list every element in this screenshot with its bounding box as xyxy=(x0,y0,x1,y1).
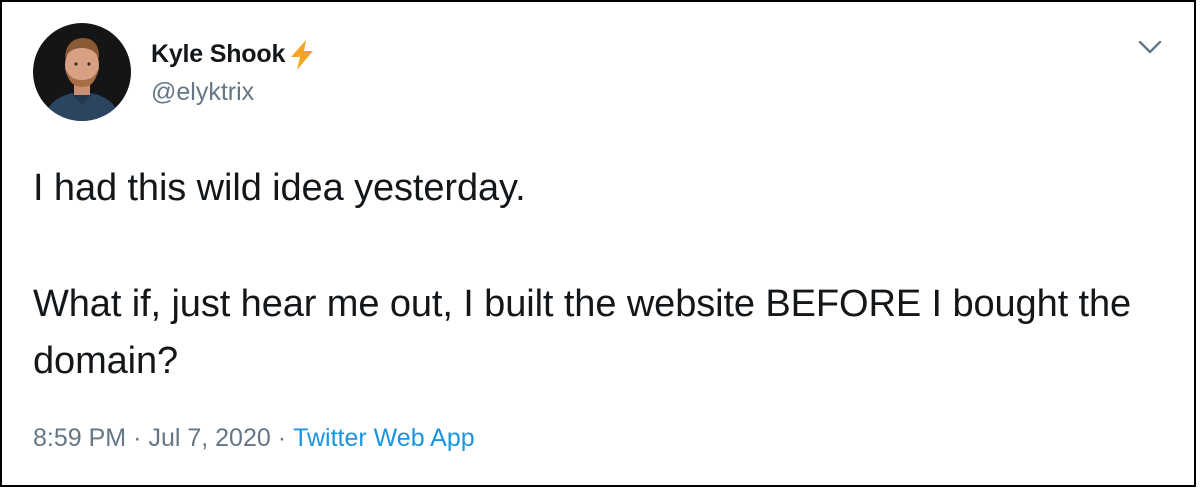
tweet-card: Kyle Shook @elyktrix I had this wild ide… xyxy=(0,0,1196,487)
tweet-source-link[interactable]: Twitter Web App xyxy=(293,424,475,452)
tweet-header: Kyle Shook @elyktrix xyxy=(33,23,317,121)
user-handle[interactable]: @elyktrix xyxy=(151,78,317,107)
meta-separator: · xyxy=(277,424,287,452)
tweet-date: Jul 7, 2020 xyxy=(148,424,271,452)
lightning-bolt-icon xyxy=(287,39,317,71)
tweet-paragraph: I had this wild idea yesterday. xyxy=(33,167,526,209)
avatar[interactable] xyxy=(33,23,131,121)
tweet-meta: 8:59 PM · Jul 7, 2020 · Twitter Web App xyxy=(33,424,475,453)
display-name-link[interactable]: Kyle Shook xyxy=(151,38,317,72)
tweet-text: I had this wild idea yesterday. What if,… xyxy=(33,160,1153,390)
author-block: Kyle Shook @elyktrix xyxy=(151,23,317,121)
tweet-timestamp[interactable]: 8:59 PM · Jul 7, 2020 xyxy=(33,424,271,452)
tweet-paragraph: What if, just hear me out, I built the w… xyxy=(33,283,1132,382)
meta-separator: · xyxy=(133,424,142,452)
chevron-down-icon[interactable] xyxy=(1136,36,1164,58)
tweet-time: 8:59 PM xyxy=(33,424,127,452)
display-name: Kyle Shook xyxy=(151,40,286,68)
